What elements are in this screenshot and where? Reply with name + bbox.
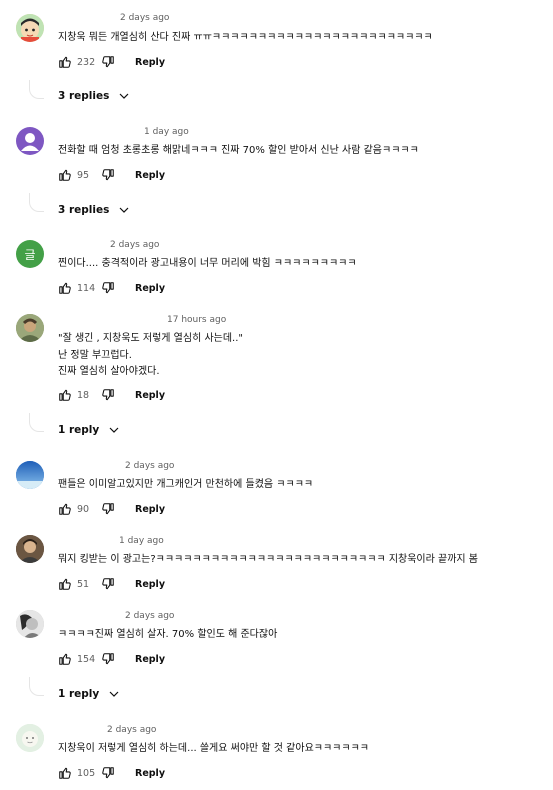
chevron-down-icon — [119, 207, 129, 213]
thread-connector — [29, 193, 44, 212]
comment-timestamp: 2 days ago — [125, 611, 175, 621]
comment-line: 진짜 열심히 살아야겠다. — [58, 366, 160, 377]
thumbs-up-icon[interactable] — [58, 652, 72, 666]
anime-character-avatar-icon — [16, 14, 44, 42]
reply-button[interactable]: Reply — [135, 654, 165, 665]
replies-label: 3 replies — [58, 204, 110, 216]
thumbs-up-icon[interactable] — [58, 502, 72, 516]
comment-timestamp: 17 hours ago — [167, 315, 227, 325]
reply-button[interactable]: Reply — [135, 579, 165, 590]
like-count: 114 — [77, 282, 96, 294]
replies-label: 1 reply — [58, 688, 100, 700]
comment-actions: 154 Reply — [58, 651, 165, 667]
like-count: 232 — [77, 56, 96, 68]
like-count: 51 — [77, 578, 90, 590]
comment-timestamp: 2 days ago — [125, 461, 175, 471]
comment-text: 지창욱이 저렇게 열심히 하는데... 쓸게요 써야만 할 것 같아요ㅋㅋㅋㅋㅋ… — [58, 741, 548, 758]
view-replies-button[interactable]: 1 reply — [58, 424, 120, 436]
thumbs-down-icon[interactable] — [101, 168, 115, 182]
avatar[interactable] — [16, 314, 44, 342]
comment-text: 전화할 때 엄청 초롱초롱 해맑네ㅋㅋㅋ 진짜 70% 할인 받아서 신난 사람… — [58, 143, 548, 160]
thumbs-down-icon[interactable] — [101, 652, 115, 666]
comment-actions: 51 Reply — [58, 576, 165, 592]
chevron-down-icon — [109, 427, 119, 433]
comment-line: 지창욱이 저렇게 열심히 하는데... 쓸게요 써야만 할 것 같아요ㅋㅋㅋㅋㅋ… — [58, 743, 369, 754]
comment-timestamp: 1 day ago — [119, 536, 164, 546]
like-count: 90 — [77, 503, 90, 515]
thumbs-up-icon[interactable] — [58, 388, 72, 402]
comment-actions: 18 Reply — [58, 387, 165, 403]
thumbs-down-icon[interactable] — [101, 577, 115, 591]
comment-actions: 114 Reply — [58, 280, 165, 296]
thumbs-down-icon[interactable] — [101, 55, 115, 69]
comment-line: 전화할 때 엄청 초롱초롱 해맑네ㅋㅋㅋ 진짜 70% 할인 받아서 신난 사람… — [58, 145, 419, 156]
comment-actions: 90 Reply — [58, 501, 165, 517]
chevron-down-icon — [109, 691, 119, 697]
replies-label: 3 replies — [58, 90, 110, 102]
pastel-avatar-icon — [16, 724, 44, 752]
reply-button[interactable]: Reply — [135, 390, 165, 401]
comment-text: 팬들은 이미알고있지만 개그캐인거 만천하에 들켰음 ㅋㅋㅋㅋ — [58, 477, 548, 494]
thumbs-up-icon[interactable] — [58, 577, 72, 591]
comment-text: ㅋㅋㅋㅋ진짜 열심히 살자. 70% 할인도 해 준다잖아 — [58, 627, 548, 644]
comment-text: 지창욱 뭐든 개열심히 산다 진짜 ㅠㅠㅋㅋㅋㅋㅋㅋㅋㅋㅋㅋㅋㅋㅋㅋㅋㅋㅋㅋㅋㅋ… — [58, 30, 548, 47]
avatar-letter: 글 — [24, 247, 36, 262]
comment-line: 팬들은 이미알고있지만 개그캐인거 만천하에 들켰음 ㅋㅋㅋㅋ — [58, 479, 314, 490]
comment-line: ㅋㅋㅋㅋ진짜 열심히 살자. 70% 할인도 해 준다잖아 — [58, 629, 278, 640]
avatar[interactable]: 글 — [16, 240, 44, 268]
sky-avatar-icon — [16, 461, 44, 489]
like-count: 18 — [77, 389, 90, 401]
avatar[interactable] — [16, 724, 44, 752]
thumbs-down-icon[interactable] — [101, 388, 115, 402]
comment-actions: 232 Reply — [58, 54, 165, 70]
thumbs-up-icon[interactable] — [58, 281, 72, 295]
chevron-down-icon — [119, 93, 129, 99]
view-replies-button[interactable]: 3 replies — [58, 90, 130, 102]
thread-connector — [29, 80, 44, 99]
view-replies-button[interactable]: 3 replies — [58, 204, 130, 216]
reply-button[interactable]: Reply — [135, 57, 165, 68]
comment-text: 찐이다.... 충격적이라 광고내용이 너무 머리에 박힘 ㅋㅋㅋㅋㅋㅋㅋㅋㅋ — [58, 256, 548, 273]
like-count: 154 — [77, 653, 96, 665]
comment-line: 난 정말 부끄럽다. — [58, 349, 132, 361]
reply-button[interactable]: Reply — [135, 504, 165, 515]
reply-button[interactable]: Reply — [135, 768, 165, 779]
comment-timestamp: 2 days ago — [110, 240, 160, 250]
avatar[interactable] — [16, 535, 44, 563]
like-count: 105 — [77, 767, 96, 779]
thumbs-up-icon[interactable] — [58, 168, 72, 182]
photo-avatar-icon — [16, 314, 44, 342]
comment-actions: 105 Reply — [58, 765, 165, 781]
thumbs-up-icon[interactable] — [58, 766, 72, 780]
thread-connector — [29, 413, 44, 432]
comment-line: 지창욱 뭐든 개열심히 산다 진짜 ㅠㅠㅋㅋㅋㅋㅋㅋㅋㅋㅋㅋㅋㅋㅋㅋㅋㅋㅋㅋㅋㅋ… — [58, 32, 433, 43]
view-replies-button[interactable]: 1 reply — [58, 688, 120, 700]
avatar[interactable] — [16, 461, 44, 489]
like-count: 95 — [77, 169, 90, 181]
thread-connector — [29, 677, 44, 696]
person-photo-avatar-icon — [16, 535, 44, 563]
comment-line: "잘 생긴 , 지창욱도 저렇게 열심히 사는데.." — [58, 333, 244, 344]
comment-timestamp: 2 days ago — [107, 725, 157, 735]
thumbs-down-icon[interactable] — [101, 502, 115, 516]
comment-line: 뭐지 킹받는 이 광고는?ㅋㅋㅋㅋㅋㅋㅋㅋㅋㅋㅋㅋㅋㅋㅋㅋㅋㅋㅋㅋㅋㅋㅋㅋㅋ 지… — [58, 554, 478, 565]
thumbs-down-icon[interactable] — [101, 766, 115, 780]
comment-line: 찐이다.... 충격적이라 광고내용이 너무 머리에 박힘 ㅋㅋㅋㅋㅋㅋㅋㅋㅋ — [58, 258, 357, 269]
replies-label: 1 reply — [58, 424, 100, 436]
reply-button[interactable]: Reply — [135, 170, 165, 181]
comment-text: 뭐지 킹받는 이 광고는?ㅋㅋㅋㅋㅋㅋㅋㅋㅋㅋㅋㅋㅋㅋㅋㅋㅋㅋㅋㅋㅋㅋㅋㅋㅋ 지… — [58, 552, 548, 569]
avatar[interactable] — [16, 127, 44, 155]
thumbs-down-icon[interactable] — [101, 281, 115, 295]
default-user-icon — [21, 133, 39, 151]
comment-timestamp: 2 days ago — [120, 13, 170, 23]
reply-button[interactable]: Reply — [135, 283, 165, 294]
bw-photo-avatar-icon — [16, 610, 44, 638]
comment-text: "잘 생긴 , 지창욱도 저렇게 열심히 사는데.." 난 정말 부끄럽다. 진… — [58, 331, 548, 381]
comment-timestamp: 1 day ago — [144, 127, 189, 137]
comment-actions: 95 Reply — [58, 167, 165, 183]
avatar[interactable] — [16, 14, 44, 42]
avatar[interactable] — [16, 610, 44, 638]
thumbs-up-icon[interactable] — [58, 55, 72, 69]
